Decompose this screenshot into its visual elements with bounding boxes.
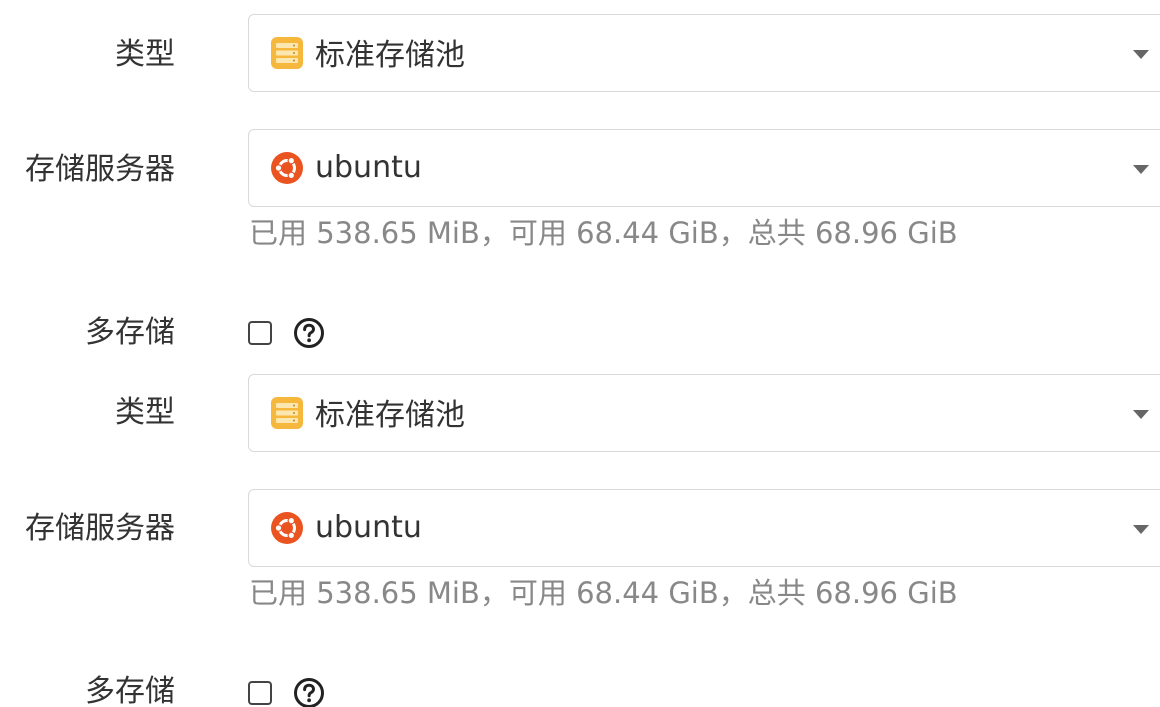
- multi-storage-label: 多存储: [85, 674, 175, 707]
- ubuntu-icon: [269, 510, 305, 546]
- question-circle-icon[interactable]: [292, 676, 326, 707]
- server-select-value: ubuntu: [315, 509, 422, 545]
- type-select[interactable]: 标准存储池: [248, 14, 1160, 92]
- type-select[interactable]: 标准存储池: [248, 374, 1160, 452]
- chevron-down-icon: [1133, 50, 1149, 59]
- ubuntu-icon: [269, 150, 305, 186]
- chevron-down-icon: [1133, 525, 1149, 534]
- multi-storage-checkbox[interactable]: [248, 321, 272, 345]
- type-select-value: 标准存储池: [315, 398, 465, 434]
- type-label: 类型: [115, 395, 175, 430]
- server-label: 存储服务器: [25, 152, 175, 187]
- server-select-value: ubuntu: [315, 149, 422, 185]
- storage-form: 类型 标准存储池 存储服务器 ubuntu 已用 538.65 MiB，可用 6…: [0, 0, 1160, 707]
- multi-storage-label: 多存储: [85, 315, 175, 350]
- type-label: 类型: [115, 37, 175, 72]
- question-circle-icon[interactable]: [292, 316, 326, 350]
- type-select-value: 标准存储池: [315, 38, 465, 74]
- multi-storage-checkbox[interactable]: [248, 681, 272, 705]
- server-select[interactable]: ubuntu: [248, 489, 1160, 567]
- chevron-down-icon: [1133, 410, 1149, 419]
- usage-text: 已用 538.65 MiB，可用 68.44 GiB，总共 68.96 GiB: [249, 576, 958, 610]
- chevron-down-icon: [1133, 165, 1149, 174]
- server-label: 存储服务器: [25, 511, 175, 546]
- storage-pool-icon: [269, 35, 305, 71]
- usage-text: 已用 538.65 MiB，可用 68.44 GiB，总共 68.96 GiB: [249, 216, 958, 250]
- server-select[interactable]: ubuntu: [248, 129, 1160, 207]
- storage-pool-icon: [269, 395, 305, 431]
